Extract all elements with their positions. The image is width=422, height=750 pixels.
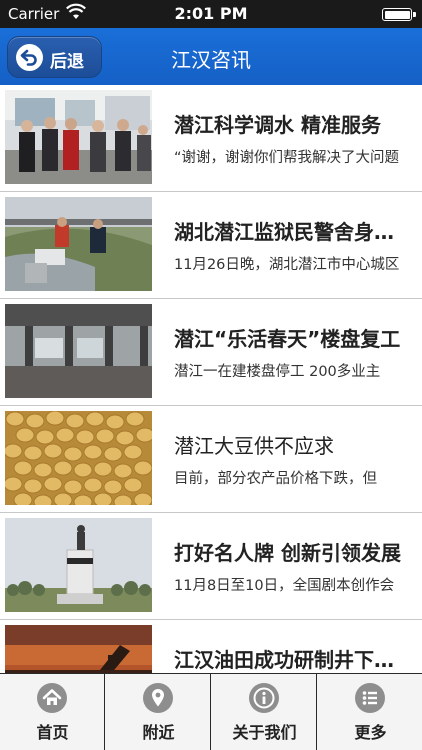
news-item[interactable]: 打好名人牌 创新引领发展 11月8日至10日，全国剧本创作会 xyxy=(0,513,422,620)
location-pin-icon xyxy=(143,683,173,713)
list-icon xyxy=(355,683,385,713)
tab-home-label: 首页 xyxy=(36,723,69,742)
tab-home[interactable]: 首页 xyxy=(0,674,105,750)
news-item[interactable]: 潜江科学调水 精准服务 “谢谢，谢谢你们帮我解决了大问题 xyxy=(0,85,422,192)
construction-site-photo xyxy=(5,304,152,398)
news-summary: 11月8日至10日，全国剧本创作会 xyxy=(174,578,395,594)
rescue-scene-photo xyxy=(5,197,152,291)
news-summary: 目前，部分农产品价格下跌，但 xyxy=(174,471,377,487)
news-summary: 11月26日晚，湖北潜江市中心城区 xyxy=(174,257,400,273)
news-list[interactable]: 潜江科学调水 精准服务 “谢谢，谢谢你们帮我解决了大问题 湖北潜江监狱民警舍身救… xyxy=(0,85,422,673)
tab-nearby-label: 附近 xyxy=(142,723,175,742)
tab-more[interactable]: 更多 xyxy=(318,674,422,750)
battery-icon xyxy=(382,8,416,21)
news-item[interactable]: 潜江“乐活春天”楼盘复工 潜江一在建楼盘停工 200多业主 xyxy=(0,299,422,406)
tab-bar: 首页 附近 关于我们 更多 xyxy=(0,673,422,750)
news-title: 潜江“乐活春天”楼盘复工 xyxy=(174,327,401,351)
news-item[interactable]: 潜江大豆供不应求 目前，部分农产品价格下跌，但 xyxy=(0,406,422,513)
news-title: 江汉油田成功研制井下工具 xyxy=(174,648,404,672)
news-title: 潜江大豆供不应求 xyxy=(174,434,334,458)
news-title: 湖北潜江监狱民警舍身救人 xyxy=(174,220,404,244)
tab-about-us-label: 关于我们 xyxy=(232,723,297,742)
statue-monument-photo xyxy=(5,518,152,612)
home-icon xyxy=(37,683,67,713)
clock: 2:01 PM xyxy=(174,4,248,23)
tab-more-label: 更多 xyxy=(354,723,387,742)
officials-visit-photo xyxy=(5,90,152,184)
tab-about-us[interactable]: 关于我们 xyxy=(212,674,317,750)
status-bar: Carrier 2:01 PM xyxy=(0,0,422,28)
oil-pump-sunset-photo xyxy=(5,625,152,673)
news-summary: “谢谢，谢谢你们帮我解决了大问题 xyxy=(174,150,400,166)
news-title: 打好名人牌 创新引领发展 xyxy=(174,541,401,565)
news-item[interactable]: 江汉油田成功研制井下工具 xyxy=(0,620,422,673)
navigation-bar: 后退 江汉咨讯 xyxy=(0,28,422,85)
soybeans-photo xyxy=(5,411,152,505)
news-summary: 潜江一在建楼盘停工 200多业主 xyxy=(174,364,381,380)
news-item[interactable]: 湖北潜江监狱民警舍身救人 11月26日晚，湖北潜江市中心城区 xyxy=(0,192,422,299)
page-title: 江汉咨讯 xyxy=(171,48,251,72)
info-icon xyxy=(249,683,279,713)
news-title: 潜江科学调水 精准服务 xyxy=(174,113,381,137)
tab-nearby[interactable]: 附近 xyxy=(106,674,211,750)
